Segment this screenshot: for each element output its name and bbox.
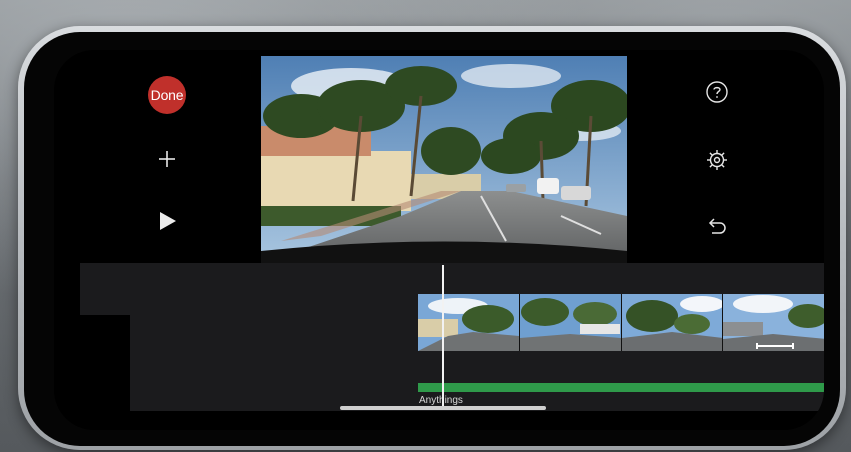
- video-frame-image: [261, 56, 627, 263]
- timeline-corner: [80, 315, 130, 411]
- phone-frame: Done Anythings: [18, 26, 846, 450]
- play-button[interactable]: [155, 208, 181, 234]
- clip-thumbnail: [418, 294, 520, 351]
- home-indicator[interactable]: [340, 406, 546, 410]
- video-preview[interactable]: [261, 56, 627, 263]
- audio-track-label: Anythings: [419, 395, 463, 406]
- app-screen: Done Anythings: [54, 50, 824, 430]
- phone-bezel: Done Anythings: [24, 32, 840, 446]
- timeline[interactable]: Anythings: [80, 263, 824, 411]
- help-button[interactable]: [703, 78, 731, 106]
- question-circle-icon: [706, 81, 728, 103]
- settings-button[interactable]: [703, 146, 731, 174]
- undo-button[interactable]: [703, 212, 731, 240]
- clip-thumbnail: [723, 294, 824, 351]
- audio-track[interactable]: [418, 383, 824, 392]
- undo-icon: [708, 218, 726, 234]
- playhead[interactable]: [442, 265, 444, 407]
- gear-icon: [707, 150, 727, 170]
- done-button[interactable]: Done: [148, 76, 186, 114]
- plus-icon: [159, 151, 175, 167]
- clip-thumbnail: [519, 294, 622, 351]
- play-icon: [160, 212, 176, 230]
- add-media-button[interactable]: [154, 146, 180, 172]
- video-clip[interactable]: [418, 294, 824, 351]
- clip-thumbnail: [621, 294, 724, 351]
